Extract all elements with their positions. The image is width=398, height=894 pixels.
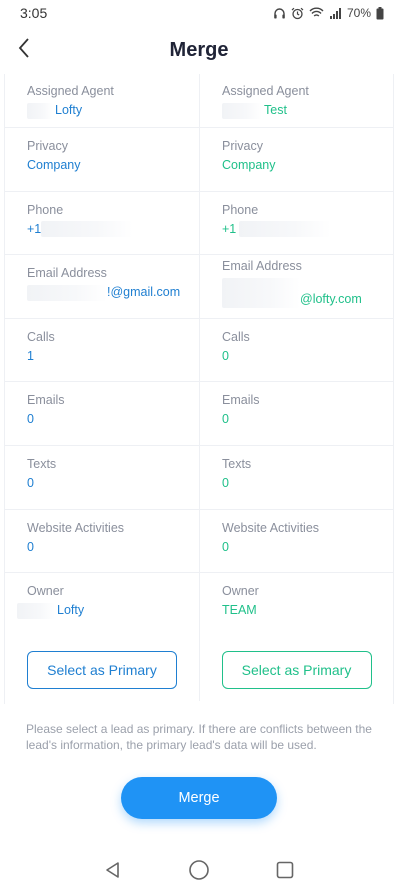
field-value: 1 [27,348,34,363]
redacted-block [27,284,107,301]
field-row-texts: Texts 0 Texts 0 [5,445,393,510]
page-title: Merge [169,38,229,61]
left-lead-cell: Emails 0 [5,382,199,445]
field-row-email: Email Address !@gmail.com Email Address … [5,255,393,319]
field-label: Texts [222,456,252,471]
redacted-block [222,278,300,309]
left-lead-cell: Phone +1 [5,192,199,255]
redacted-block [239,221,332,238]
headphones-icon [273,7,286,20]
header: Merge [0,26,398,74]
chevron-left-icon [17,37,31,64]
right-lead-cell: Privacy Company [199,128,393,191]
field-value: Company [27,158,81,172]
field-value: Lofty [57,603,85,618]
select-primary-left-button[interactable]: Select as Primary [27,650,177,689]
recents-square-icon [275,860,295,885]
left-lead-cell: Texts 0 [5,446,199,509]
nav-home-button[interactable] [184,857,214,887]
right-lead-cell: Texts 0 [199,445,393,509]
right-lead-cell: Calls 0 [199,318,393,382]
field-label: Privacy [222,139,263,153]
status-icons: 70% [273,6,384,20]
back-button[interactable] [10,36,38,64]
field-row-emails: Emails 0 Emails 0 [5,382,393,446]
field-label: Calls [222,329,250,344]
redacted-block [27,102,53,119]
field-label: Website Activities [222,520,320,535]
right-lead-cell: Phone +1 [199,191,393,255]
right-lead-cell: Emails 0 [199,382,393,445]
left-lead-cell: Assigned Agent Lofty [5,74,199,127]
field-label: Emails [222,393,260,408]
field-value: @lofty.com [300,292,362,307]
field-label: Email Address [222,259,302,274]
merge-instructions: Please select a lead as primary. If ther… [26,722,372,752]
left-lead-cell: Calls 1 [5,319,199,382]
status-bar: 3:05 70% [0,0,398,26]
back-triangle-icon [103,860,123,885]
left-lead-cell: Website Activities 0 [5,510,199,573]
wifi-icon [309,7,324,19]
field-label: Owner [27,584,64,599]
right-lead-cell: Website Activities 0 [199,509,393,573]
field-value: Test [264,103,287,117]
field-label: Privacy [27,139,68,153]
field-value: +1 [27,221,42,236]
field-value: 0 [222,539,229,554]
select-primary-row: Select as Primary Select as Primary [5,636,393,701]
field-row-phone: Phone +1 Phone +1 [5,191,393,256]
status-time: 3:05 [20,5,48,21]
system-nav-bar [0,850,398,894]
field-value: +1 [222,221,237,236]
field-label: Assigned Agent [222,84,309,98]
field-label: Assigned Agent [27,84,114,98]
field-row-owner: Owner Lofty Owner TEAM [5,573,393,637]
battery-percent: 70% [346,6,371,20]
home-circle-icon [188,859,210,886]
field-value: 0 [222,475,229,490]
battery-icon [376,6,384,20]
field-value: 0 [27,475,34,490]
field-label: Emails [27,393,65,408]
field-label: Texts [27,456,57,471]
redacted-block [17,602,55,619]
field-value: 0 [222,412,229,427]
right-lead-cell: Owner TEAM [199,573,393,637]
field-row-calls: Calls 1 Calls 0 [5,318,393,383]
alarm-icon [291,7,304,20]
field-row-privacy: Privacy Company Privacy Company [5,128,393,192]
redacted-block [41,221,134,238]
field-row-website-activities: Website Activities 0 Website Activities … [5,509,393,574]
field-row-assigned-agent: Assigned Agent Lofty Assigned Agent Test [5,74,393,128]
field-label: Owner [222,584,259,599]
field-label: Website Activities [27,520,125,535]
field-value: Company [222,158,276,172]
field-value: Lofty [55,103,83,117]
nav-back-button[interactable] [98,857,128,887]
field-value: 0 [27,412,34,427]
right-lead-cell: Email Address @lofty.com [199,255,393,318]
field-label: Phone [222,202,259,217]
right-lead-cell: Assigned Agent Test [199,74,393,127]
field-value: TEAM [222,603,257,618]
select-primary-right-button[interactable]: Select as Primary [221,650,372,689]
left-lead-cell: Privacy Company [5,128,199,191]
field-label: Calls [27,329,55,344]
field-label: Phone [27,202,64,217]
field-value: 0 [27,539,34,554]
field-label: Email Address [27,266,107,281]
field-value: !@gmail.com [107,285,181,300]
merge-comparison-table: Assigned Agent Lofty Assigned Agent Test… [4,74,394,704]
left-lead-cell: Owner Lofty [5,573,199,637]
merge-button[interactable]: Merge [121,777,277,819]
left-lead-cell: Email Address !@gmail.com [5,255,199,318]
signal-icon [329,7,342,19]
redacted-block [222,102,262,119]
field-value: 0 [222,348,229,363]
nav-recents-button[interactable] [270,857,300,887]
